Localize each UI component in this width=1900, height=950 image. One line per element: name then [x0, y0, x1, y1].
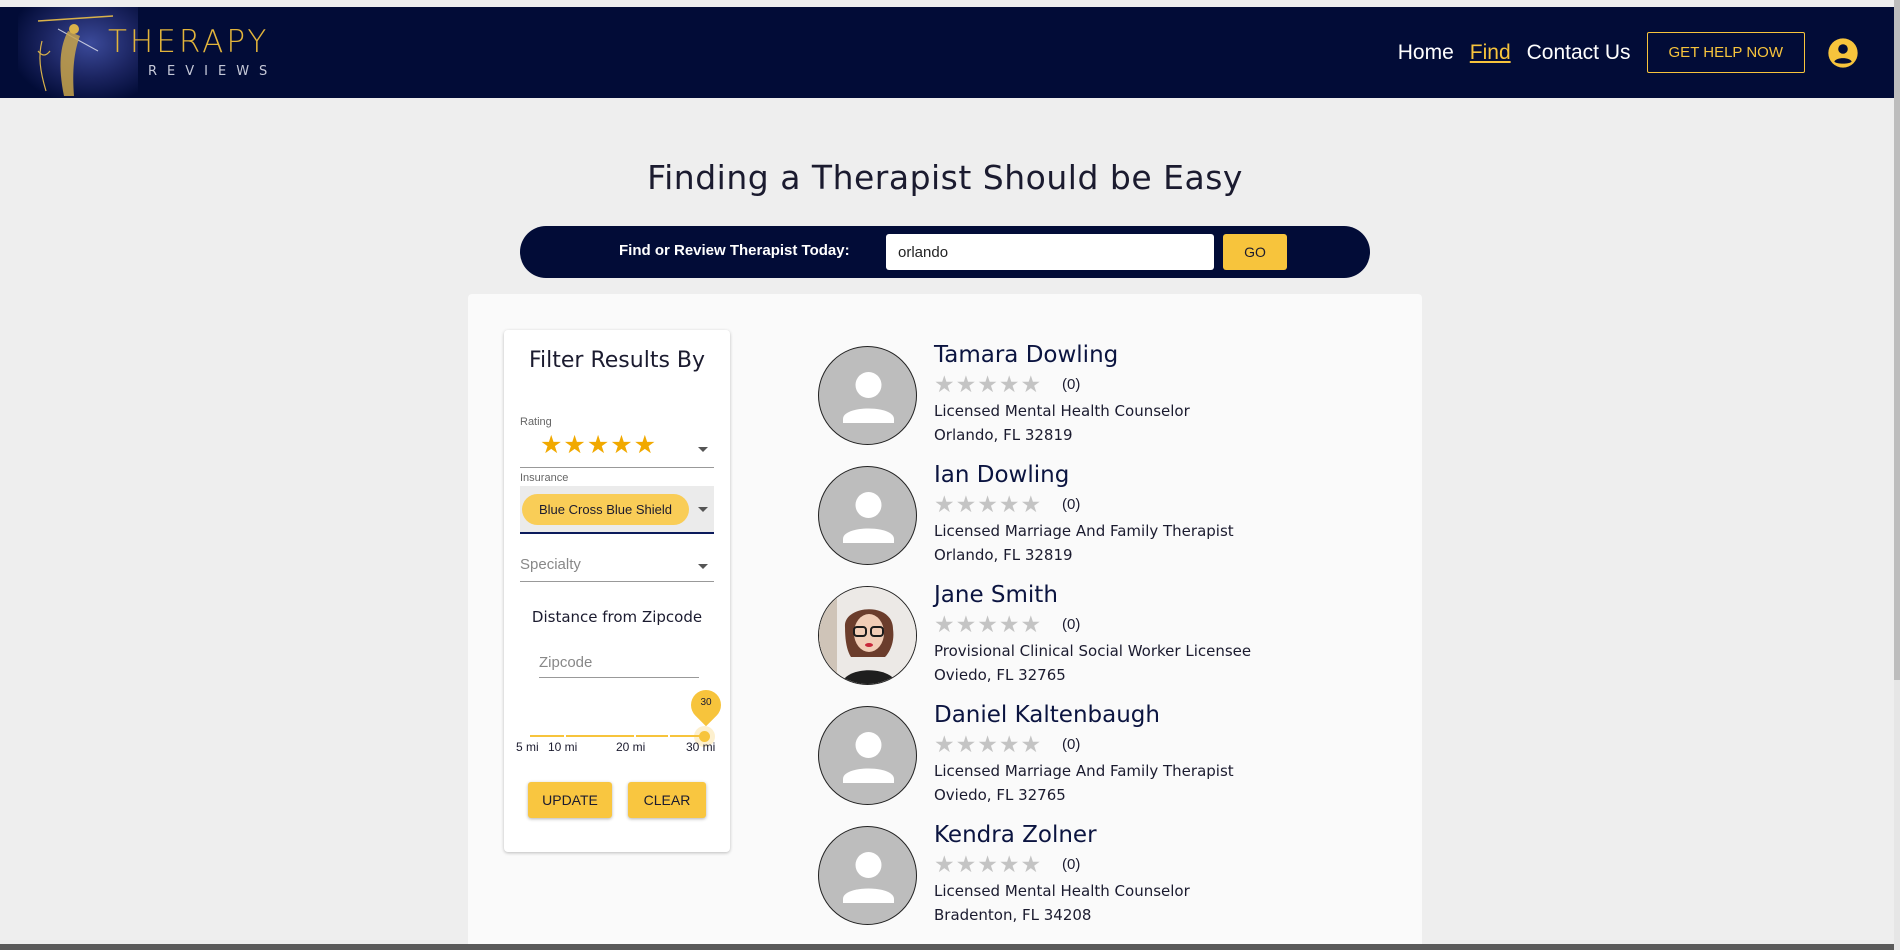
bottom-edge — [0, 944, 1894, 950]
therapist-title: Licensed Mental Health Counselor — [934, 402, 1190, 420]
review-count: (0) — [1062, 736, 1081, 753]
account-circle-icon[interactable] — [1827, 37, 1859, 69]
zipcode-input[interactable] — [539, 648, 699, 678]
insurance-select[interactable]: Blue Cross Blue Shield — [520, 486, 714, 534]
filter-title: Filter Results By — [528, 348, 706, 373]
therapist-name[interactable]: Tamara Dowling — [934, 342, 1118, 368]
list-item[interactable]: Tamara Dowling ★★★★★ (0) Licensed Mental… — [818, 342, 1378, 466]
brand-title: THERAPY — [108, 24, 270, 60]
therapist-name[interactable]: Jane Smith — [934, 582, 1058, 608]
specialty-placeholder: Specialty — [520, 556, 581, 573]
get-help-now-button[interactable]: GET HELP NOW — [1646, 32, 1805, 73]
rating-stars: ★★★★★ — [934, 372, 1043, 398]
therapist-location: Orlando, FL 32819 — [934, 426, 1073, 444]
rating-stars: ★★★★★ — [934, 732, 1043, 758]
chevron-down-icon — [698, 564, 708, 569]
brand-logo[interactable]: THERAPY REVIEWS — [18, 7, 268, 98]
review-count: (0) — [1062, 616, 1081, 633]
default-avatar-icon — [843, 492, 894, 543]
page-title: Finding a Therapist Should be Easy — [647, 158, 1243, 197]
update-button[interactable]: UPDATE — [528, 782, 612, 818]
list-item[interactable]: Kendra Zolner ★★★★★ (0) Licensed Mental … — [818, 822, 1378, 946]
avatar — [818, 586, 917, 685]
therapist-title: Licensed Marriage And Family Therapist — [934, 522, 1234, 540]
nav-find-link[interactable]: Find — [1470, 41, 1511, 65]
slider-mark — [634, 734, 636, 738]
therapist-location: Oviedo, FL 32765 — [934, 666, 1066, 684]
therapist-title: Licensed Marriage And Family Therapist — [934, 762, 1234, 780]
insurance-chip[interactable]: Blue Cross Blue Shield — [522, 494, 689, 525]
avatar — [818, 826, 917, 925]
default-avatar-icon — [843, 852, 894, 903]
slider-tick-label: 10 mi — [548, 740, 578, 754]
list-item[interactable]: Jane Smith ★★★★★ (0) Provisional Clinica… — [818, 582, 1378, 706]
clear-button[interactable]: CLEAR — [628, 782, 706, 818]
nav-contact-link[interactable]: Contact Us — [1527, 41, 1631, 65]
filter-card: Filter Results By Rating ★★★★★ Insurance… — [504, 330, 730, 852]
avatar — [818, 706, 917, 805]
chevron-down-icon — [698, 447, 708, 452]
review-count: (0) — [1062, 376, 1081, 393]
nav-home-link[interactable]: Home — [1398, 41, 1454, 65]
profile-photo — [819, 587, 916, 684]
default-avatar-icon — [843, 372, 894, 423]
slider-track[interactable] — [530, 735, 706, 737]
nav-menu: Home Find Contact Us GET HELP NOW — [1398, 7, 1894, 98]
therapist-name[interactable]: Ian Dowling — [934, 462, 1069, 488]
scales-of-justice-icon — [37, 15, 114, 96]
top-navbar: THERAPY REVIEWS Home Find Contact Us GET… — [0, 7, 1894, 98]
results-list: Tamara Dowling ★★★★★ (0) Licensed Mental… — [818, 342, 1378, 946]
brand-subtitle: REVIEWS — [148, 64, 278, 79]
rating-stars: ★★★★★ — [934, 852, 1043, 878]
therapist-title: Licensed Mental Health Counselor — [934, 882, 1190, 900]
page-scrollbar[interactable] — [1894, 0, 1900, 950]
list-item[interactable]: Ian Dowling ★★★★★ (0) Licensed Marriage … — [818, 462, 1378, 586]
insurance-label: Insurance — [520, 472, 569, 484]
scrollbar-thumb[interactable] — [1894, 0, 1900, 680]
therapist-title: Provisional Clinical Social Worker Licen… — [934, 642, 1252, 660]
distance-title: Distance from Zipcode — [531, 608, 703, 626]
slider-mark — [668, 734, 670, 738]
therapist-name[interactable]: Daniel Kaltenbaugh — [934, 702, 1160, 728]
therapist-location: Orlando, FL 32819 — [934, 546, 1073, 564]
rating-stars: ★★★★★ — [540, 430, 658, 459]
list-item[interactable]: Daniel Kaltenbaugh ★★★★★ (0) Licensed Ma… — [818, 702, 1378, 826]
review-count: (0) — [1062, 496, 1081, 513]
slider-tick-label: 30 mi — [686, 740, 716, 754]
rating-select[interactable]: ★★★★★ — [520, 426, 714, 468]
slider-mark — [564, 734, 566, 738]
rating-stars: ★★★★★ — [934, 612, 1043, 638]
search-label: Find or Review Therapist Today: — [619, 242, 850, 259]
chevron-down-icon — [698, 507, 708, 512]
avatar — [818, 466, 917, 565]
rating-stars: ★★★★★ — [934, 492, 1043, 518]
slider-tick-label: 20 mi — [616, 740, 646, 754]
slider-value-label: 30 — [700, 697, 712, 708]
default-avatar-icon — [843, 732, 894, 783]
avatar — [818, 346, 917, 445]
search-input[interactable] — [886, 234, 1214, 270]
therapist-name[interactable]: Kendra Zolner — [934, 822, 1097, 848]
search-bar: Find or Review Therapist Today: GO — [520, 226, 1370, 278]
results-panel: Filter Results By Rating ★★★★★ Insurance… — [468, 294, 1422, 950]
go-button[interactable]: GO — [1223, 234, 1287, 270]
therapist-location: Bradenton, FL 34208 — [934, 906, 1092, 924]
slider-tick-label: 5 mi — [516, 740, 539, 754]
specialty-select[interactable]: Specialty — [520, 552, 714, 582]
review-count: (0) — [1062, 856, 1081, 873]
therapist-location: Oviedo, FL 32765 — [934, 786, 1066, 804]
